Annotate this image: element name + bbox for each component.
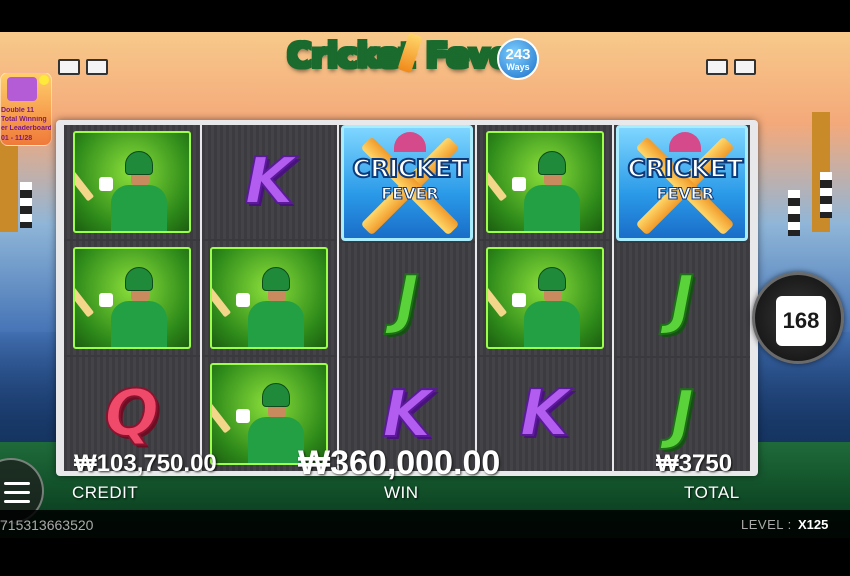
letter-j-symbol: J [669,262,695,337]
promo-line: 01 - 11/28 [1,135,33,142]
wild-symbol: CRICKET FEVER [616,125,749,241]
ways-label: Ways [506,61,530,72]
autoplay-count-button[interactable]: 168 [752,272,844,364]
cricket-batsman-symbol [485,131,604,233]
ways-badge: 243 Ways [497,38,539,80]
gift-icon [7,77,37,101]
notification-dot-icon [39,75,49,85]
right-flag [820,172,832,218]
reel: CRICKET FEVER J J [614,125,750,471]
credit-label: CREDIT [72,483,139,502]
wild-text: CRICKET [627,153,745,184]
reel-cell: K [201,125,338,239]
promo-line: Total Winning [1,116,47,123]
level-label: LEVEL : [741,517,792,532]
reel-cell: J [614,243,750,356]
reel-area: Q K CRICKET FEVER J K K CRICKET FEVER J J [64,125,750,471]
letter-k-symbol: K [244,145,296,219]
floodlight-icon [706,59,728,75]
cricket-batsman-symbol [485,247,604,349]
credit-value: ₩103,750.00 [74,450,217,477]
ways-number: 243 [505,45,531,63]
reel-cell: J [339,243,475,356]
letter-j-symbol: J [669,377,695,452]
right-flag-2 [788,190,800,236]
total-bet-label: TOTAL [684,483,740,502]
floodlight-icon [58,59,80,75]
reel-cell [64,241,200,355]
wild-text: CRICKET [351,153,469,184]
letterbox-top [0,0,850,32]
letter-q-symbol: Q [104,377,160,451]
hamburger-menu-icon [4,500,30,503]
reel: CRICKET FEVER J K [339,125,475,471]
status-bar: 715313663520 LEVEL : X125 [0,510,850,538]
floodlight-icon [734,59,756,75]
autoplay-count: 168 [776,296,826,346]
reel-cell [476,241,613,355]
reel-cell [64,125,200,239]
wild-symbol: CRICKET FEVER [340,125,473,241]
letter-j-symbol: J [394,262,420,337]
game-stage: Cricket Fever 243 Ways Double 11 Total W… [0,32,850,538]
promo-banner[interactable]: Double 11 Total Winning er Leaderboard 0… [0,72,52,146]
reel-cell: CRICKET FEVER [614,125,750,241]
reel-cell: CRICKET FEVER [339,125,475,241]
letterbox-bottom [0,538,850,576]
cricket-batsman-symbol [72,247,191,349]
level-value: X125 [798,517,829,532]
hamburger-menu-icon [4,482,30,485]
win-label: WIN [384,483,419,502]
reel: K [476,125,613,471]
reel-cell [201,241,338,355]
total-bet-value[interactable]: ₩3750 [656,450,732,478]
left-flag [20,182,32,228]
letter-k-symbol: K [519,377,571,451]
wild-text: FEVER [656,184,715,204]
reel: Q [64,125,200,471]
session-id: 715313663520 [0,517,94,533]
win-value: ₩360,000.00 [298,444,501,482]
cricket-batsman-symbol [72,131,191,233]
wild-text: FEVER [381,184,440,204]
reel-cell [476,125,613,239]
reel: K [201,125,338,471]
letter-k-symbol: K [381,377,433,452]
hamburger-menu-icon [4,491,30,494]
floodlight-icon [86,59,108,75]
game-logo: Cricket Fever 243 Ways [286,32,539,88]
cricket-batsman-symbol [210,247,329,349]
promo-line: er Leaderboard [1,125,52,132]
promo-line: Double 11 [1,107,35,114]
